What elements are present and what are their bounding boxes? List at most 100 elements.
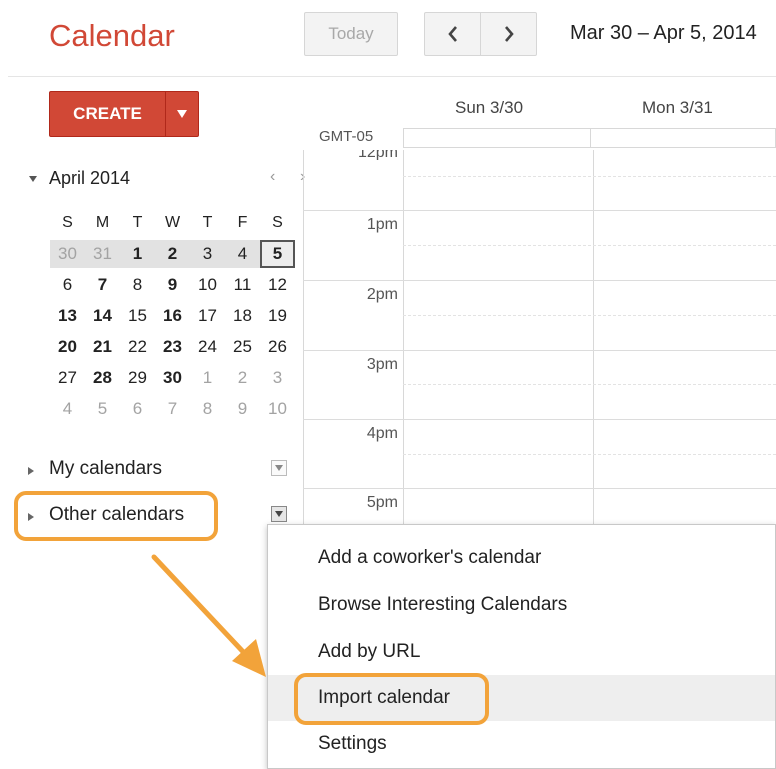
week-row: 4 5 6 7 8 9 10: [50, 393, 296, 424]
today-day-cell[interactable]: 5: [260, 239, 295, 268]
weekday-label: S: [62, 213, 73, 231]
menu-item-settings[interactable]: Settings: [268, 721, 775, 767]
day-cell[interactable]: 6: [50, 271, 85, 299]
menu-item-browse-calendars[interactable]: Browse Interesting Calendars: [268, 582, 775, 628]
day-cell[interactable]: 18: [225, 302, 260, 330]
day-cell[interactable]: 14: [85, 302, 120, 330]
collapse-triangle-icon[interactable]: [27, 174, 39, 184]
day-cell[interactable]: 30: [155, 364, 190, 392]
today-button[interactable]: Today: [304, 12, 398, 56]
day-cell[interactable]: 9: [155, 271, 190, 299]
time-label: 2pm: [366, 286, 398, 303]
day-cell[interactable]: 12: [260, 271, 295, 299]
week-row: 27 28 29 30 1 2 3: [50, 362, 296, 393]
chevron-left-icon: [447, 26, 457, 42]
day-cell[interactable]: 17: [190, 302, 225, 330]
mini-calendar-prev-button[interactable]: ‹: [270, 168, 275, 186]
annotation-arrow-icon: [151, 554, 266, 677]
day-cell[interactable]: 9: [225, 395, 260, 423]
week-row: 30 31 1 2 3 4 5: [50, 238, 296, 269]
time-label: 3pm: [366, 356, 398, 373]
day-cell[interactable]: 11: [225, 271, 260, 299]
day-cell[interactable]: 3: [260, 364, 295, 392]
my-calendars-menu-button[interactable]: [271, 460, 287, 476]
time-label: 4pm: [366, 425, 398, 442]
hour-line: [303, 488, 776, 489]
day-cell[interactable]: 7: [85, 271, 120, 299]
hour-line: [303, 419, 776, 420]
header-divider: [8, 76, 776, 77]
day-cell[interactable]: 4: [50, 395, 85, 423]
day-cell[interactable]: 1: [120, 239, 155, 268]
day-cell[interactable]: 28: [85, 364, 120, 392]
hour-line: [303, 350, 776, 351]
day-cell[interactable]: 29: [120, 364, 155, 392]
weekday-label: W: [164, 213, 181, 231]
day-cell[interactable]: 2: [225, 364, 260, 392]
day-cell[interactable]: 13: [50, 302, 85, 330]
hour-line: [303, 280, 776, 281]
day-cell[interactable]: 2: [155, 239, 190, 268]
day-cell[interactable]: 22: [120, 333, 155, 361]
day-cell[interactable]: 5: [85, 395, 120, 423]
day-cell[interactable]: 26: [260, 333, 295, 361]
weekday-label: T: [202, 213, 213, 231]
weekday-label: M: [95, 213, 110, 231]
day-cell[interactable]: 27: [50, 364, 85, 392]
day-header-sun[interactable]: Sun 3/30: [455, 98, 523, 118]
time-label: 5pm: [366, 494, 398, 511]
day-cell[interactable]: 6: [120, 395, 155, 423]
create-button[interactable]: CREATE: [50, 92, 165, 136]
day-cell[interactable]: 21: [85, 333, 120, 361]
day-cell[interactable]: 1: [190, 364, 225, 392]
week-row: 20 21 22 23 24 25 26: [50, 331, 296, 362]
expand-triangle-icon: [28, 467, 34, 475]
weekday-label: T: [132, 213, 143, 231]
day-cell[interactable]: 20: [50, 333, 85, 361]
dropdown-arrow-icon: [275, 465, 283, 471]
day-cell[interactable]: 4: [225, 239, 260, 268]
next-week-button[interactable]: [480, 13, 536, 55]
day-cell[interactable]: 16: [155, 302, 190, 330]
day-cell[interactable]: 10: [260, 395, 295, 423]
mini-calendar-title[interactable]: April 2014: [49, 168, 130, 189]
mini-calendar-grid: S M T W T F S 30 31 1 2 3 4 5 6 7 8 9 10…: [50, 207, 296, 424]
other-calendars-menu-button[interactable]: [271, 506, 287, 522]
day-cell[interactable]: 25: [225, 333, 260, 361]
day-column-headers: Sun 3/30 Mon 3/31: [403, 98, 776, 124]
weekday-label: S: [272, 213, 283, 231]
week-row: 13 14 15 16 17 18 19: [50, 300, 296, 331]
day-cell[interactable]: 8: [120, 271, 155, 299]
day-cell[interactable]: 3: [190, 239, 225, 268]
day-cell[interactable]: 7: [155, 395, 190, 423]
day-cell[interactable]: 8: [190, 395, 225, 423]
highlight-other-calendars: [14, 491, 218, 541]
my-calendars-section[interactable]: My calendars: [27, 458, 297, 484]
previous-week-button[interactable]: [425, 13, 480, 55]
half-hour-line: [403, 315, 776, 316]
day-header-mon[interactable]: Mon 3/31: [642, 98, 713, 118]
date-nav-group: [424, 12, 537, 56]
day-cell[interactable]: 10: [190, 271, 225, 299]
menu-item-add-by-url[interactable]: Add by URL: [268, 629, 775, 675]
all-day-divider: [590, 128, 591, 148]
weekday-label: F: [237, 213, 248, 231]
half-hour-line: [403, 245, 776, 246]
day-cell[interactable]: 30: [50, 239, 85, 268]
day-cell[interactable]: 23: [155, 333, 190, 361]
my-calendars-label[interactable]: My calendars: [49, 458, 162, 480]
day-cell[interactable]: 15: [120, 302, 155, 330]
day-cell[interactable]: 19: [260, 302, 295, 330]
create-button-group: CREATE: [49, 91, 199, 137]
time-label: 12pm: [357, 150, 398, 160]
create-dropdown-button[interactable]: [165, 92, 198, 136]
app-title[interactable]: Calendar: [49, 18, 175, 54]
menu-item-add-coworker[interactable]: Add a coworker's calendar: [268, 535, 775, 581]
day-cell[interactable]: 31: [85, 239, 120, 268]
time-label: 1pm: [366, 216, 398, 233]
chevron-right-icon: [504, 26, 514, 42]
dropdown-arrow-icon: [275, 511, 283, 517]
day-cell[interactable]: 24: [190, 333, 225, 361]
other-calendars-menu: Add a coworker's calendar Browse Interes…: [267, 524, 776, 769]
half-hour-line: [403, 176, 776, 177]
